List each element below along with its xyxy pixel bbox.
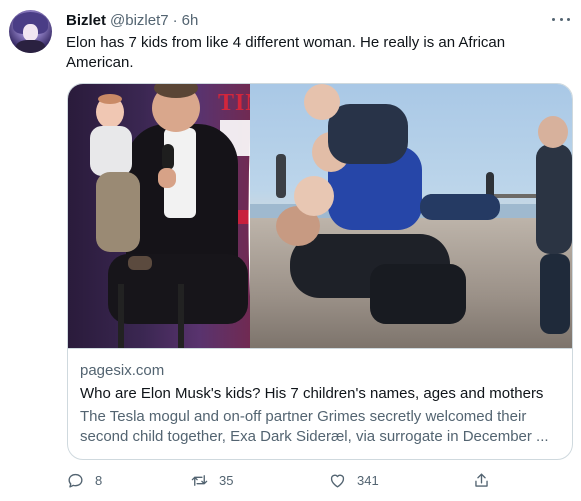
boy-legs <box>370 264 466 324</box>
heart-icon <box>330 474 345 488</box>
man-hand <box>158 168 176 188</box>
like-button[interactable]: 341 <box>328 468 379 492</box>
stool-leg <box>118 284 124 348</box>
boy-jeans <box>420 194 500 220</box>
boy-right-head <box>538 116 568 148</box>
toddler-pants <box>96 172 140 252</box>
toddler-shoe <box>128 256 152 270</box>
retweet-count: 35 <box>219 472 234 488</box>
toddler-shirt <box>90 126 132 176</box>
tweet-time[interactable]: 6h <box>182 12 199 29</box>
share-button[interactable] <box>472 468 491 492</box>
share-icon <box>475 472 488 487</box>
link-description: The Tesla mogul and on-off partner Grime… <box>80 408 549 445</box>
boy-middle-head <box>294 176 334 216</box>
tweet-header: Bizlet @bizlet7 · 6h <box>66 10 198 30</box>
photo-harbor <box>250 84 572 348</box>
reply-button[interactable]: 8 <box>66 468 102 492</box>
microphone <box>162 144 174 170</box>
link-card-media[interactable]: TIM <box>68 84 572 348</box>
like-count: 341 <box>357 472 379 488</box>
header-separator: · <box>172 11 178 29</box>
boy-right-legs <box>540 254 570 334</box>
toddler-hair <box>98 94 122 104</box>
bystander <box>276 154 286 198</box>
author-handle[interactable]: @bizlet7 <box>110 12 169 29</box>
tweet-text: Elon has 7 kids from like 4 different wo… <box>66 34 506 71</box>
boy-right-body <box>536 144 572 254</box>
avatar[interactable] <box>9 10 52 53</box>
stool-leg <box>178 284 184 348</box>
link-domain: pagesix.com <box>80 362 165 379</box>
retweet-icon <box>191 474 208 486</box>
link-title: Who are Elon Musk's kids? His 7 children… <box>80 385 544 402</box>
author-name[interactable]: Bizlet <box>66 12 106 29</box>
avatar-face <box>23 24 38 41</box>
reply-icon <box>68 473 83 488</box>
photo-stage: TIM <box>68 84 256 348</box>
link-card-meta[interactable]: pagesix.com Who are Elon Musk's kids? Hi… <box>68 348 572 459</box>
tweet[interactable]: Bizlet @bizlet7 · 6h Elon has 7 kids fro… <box>0 0 581 501</box>
tweet-actions: 8 35 341 <box>66 468 566 492</box>
more-dot <box>552 17 555 21</box>
reply-count: 8 <box>95 472 103 488</box>
boy-top-shirt <box>328 104 408 164</box>
more-dot <box>559 17 563 21</box>
more-icon[interactable] <box>552 12 570 26</box>
boy-top-head <box>304 84 340 120</box>
more-dot <box>567 17 570 21</box>
link-card[interactable]: TIM <box>67 83 573 460</box>
retweet-button[interactable]: 35 <box>190 468 233 492</box>
avatar-body <box>16 40 45 53</box>
